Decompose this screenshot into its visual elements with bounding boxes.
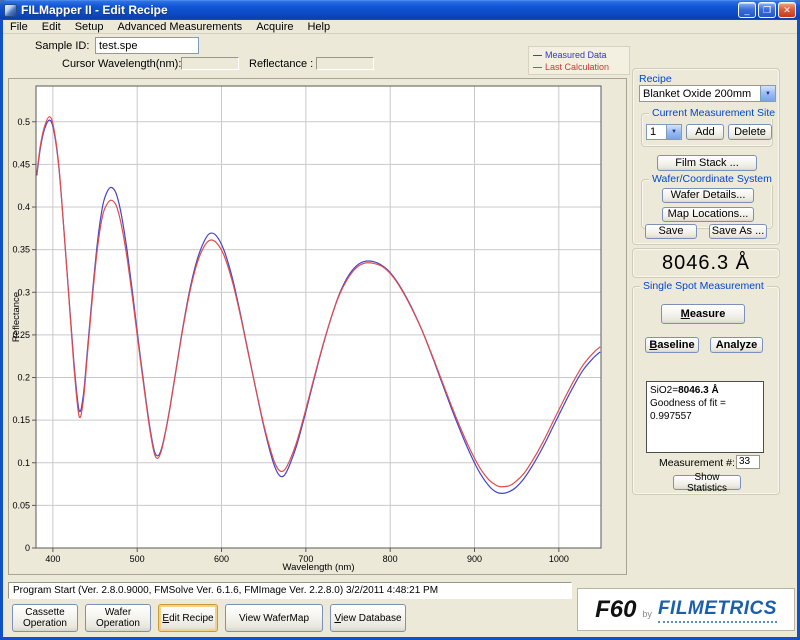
app-icon [4,4,17,17]
logo-model: F60 [595,596,636,624]
legend-calculation-label: Last Calculation [545,62,609,72]
wafer-operation-button[interactable]: Wafer Operation [85,604,151,632]
recipe-dropdown[interactable]: Blanket Oxide 200mm ▼ [639,85,776,102]
film-stack-button[interactable]: Film Stack ... [657,155,757,171]
close-button[interactable]: ✕ [778,2,796,18]
svg-text:0.45: 0.45 [12,159,30,169]
measurement-number-field: 33 [736,455,760,469]
logo-by: by [642,609,652,619]
recipe-label: Recipe [639,73,672,85]
save-as-button[interactable]: Save As ... [709,224,767,239]
measurement-result-box: SiO2=8046.3 Å Goodness of fit = 0.997557 [646,381,764,453]
status-bar: Program Start (Ver. 2.8.0.9000, FMSolve … [8,582,572,599]
svg-text:0.1: 0.1 [17,458,30,468]
wafer-coordinate-group: Wafer/Coordinate System Wafer Details...… [641,179,773,229]
svg-text:500: 500 [130,554,145,564]
reflectance-readout [316,57,374,70]
app-window: FILMapper II - Edit Recipe _ ❐ ✕ File Ed… [0,0,800,640]
recipe-section-panel: Recipe Blanket Oxide 200mm ▼ Current Mea… [632,68,780,245]
show-statistics-button[interactable]: Show Statistics [673,475,741,490]
map-locations-button[interactable]: Map Locations... [662,207,754,222]
svg-text:400: 400 [45,554,60,564]
site-number-dropdown[interactable]: 1 ▼ [646,124,682,140]
menu-advanced-measurements[interactable]: Advanced Measurements [110,20,249,34]
edit-recipe-button[interactable]: Edit Recipe [158,604,218,632]
svg-text:0.5: 0.5 [17,117,30,127]
cursor-wavelength-readout [181,57,239,70]
spectrum-chart-panel: 400500600700800900100000.050.10.150.20.2… [8,78,627,575]
menu-bar: File Edit Setup Advanced Measurements Ac… [3,20,797,34]
svg-text:0: 0 [25,543,30,553]
measurement-number-label: Measurement #: [659,457,735,469]
minimize-button[interactable]: _ [738,2,756,18]
sample-id-input[interactable] [95,37,199,54]
add-site-button[interactable]: Add [686,124,724,140]
restore-button[interactable]: ❐ [758,2,776,18]
result-gof-line: Goodness of fit = 0.997557 [650,397,760,423]
analyze-button[interactable]: Analyze [710,337,763,353]
legend-item-calculation: —Last Calculation [533,61,625,73]
calculation-line-swatch: — [533,62,542,72]
measure-button[interactable]: Measure [661,304,745,324]
measurement-site-group: Current Measurement Site 1 ▼ Add Delete [641,113,773,147]
menu-help[interactable]: Help [300,20,337,34]
svg-text:Reflectance: Reflectance [11,292,22,342]
f60-filmetrics-logo: F60 by FILMETRICS [577,588,795,631]
menu-edit[interactable]: Edit [35,20,68,34]
chevron-down-icon[interactable]: ▼ [760,86,775,101]
wafer-coordinate-group-label: Wafer/Coordinate System [649,173,775,185]
svg-text:0.15: 0.15 [12,415,30,425]
reflectance-spectrum-chart[interactable]: 400500600700800900100000.050.10.150.20.2… [9,79,626,574]
title-bar[interactable]: FILMapper II - Edit Recipe _ ❐ ✕ [0,0,800,20]
recipe-dropdown-value: Blanket Oxide 200mm [640,88,760,100]
svg-text:1000: 1000 [549,554,569,564]
legend-measured-label: Measured Data [545,50,607,60]
menu-setup[interactable]: Setup [68,20,111,34]
legend-item-measured: —Measured Data [533,49,625,61]
logo-brand: FILMETRICS [658,598,777,623]
delete-site-button[interactable]: Delete [728,124,772,140]
cassette-operation-button[interactable]: Cassette Operation [12,604,78,632]
menu-file[interactable]: File [3,20,35,34]
sample-id-label: Sample ID: [35,40,89,52]
svg-text:600: 600 [214,554,229,564]
measurement-site-group-label: Current Measurement Site [649,107,778,119]
measured-line-swatch: — [533,50,542,60]
single-spot-measurement-group: Single Spot Measurement Measure Baseline… [632,286,780,495]
svg-text:900: 900 [467,554,482,564]
single-spot-group-label: Single Spot Measurement [640,280,767,292]
menu-acquire[interactable]: Acquire [249,20,300,34]
svg-text:0.05: 0.05 [12,500,30,510]
wafer-details-button[interactable]: Wafer Details... [662,188,754,203]
result-thickness-line: SiO2=8046.3 Å [650,384,760,397]
svg-text:Wavelength (nm): Wavelength (nm) [283,562,355,573]
window-title: FILMapper II - Edit Recipe [21,3,736,17]
view-wafermap-button[interactable]: View WaferMap [225,604,323,632]
thickness-readout: 8046.3 Å [632,248,780,278]
cursor-wavelength-label: Cursor Wavelength(nm): [62,58,181,70]
view-database-button[interactable]: View Database [330,604,406,632]
reflectance-readout-label: Reflectance : [249,58,313,70]
baseline-button[interactable]: Baseline [645,337,699,353]
svg-text:800: 800 [383,554,398,564]
site-number-value: 1 [647,126,666,138]
svg-text:0.4: 0.4 [17,202,30,212]
svg-text:0.2: 0.2 [17,373,30,383]
svg-text:0.35: 0.35 [12,245,30,255]
save-button[interactable]: Save [645,224,697,239]
client-area: File Edit Setup Advanced Measurements Ac… [3,20,797,637]
chart-legend: —Measured Data —Last Calculation [528,46,630,75]
chevron-down-icon[interactable]: ▼ [666,125,681,139]
